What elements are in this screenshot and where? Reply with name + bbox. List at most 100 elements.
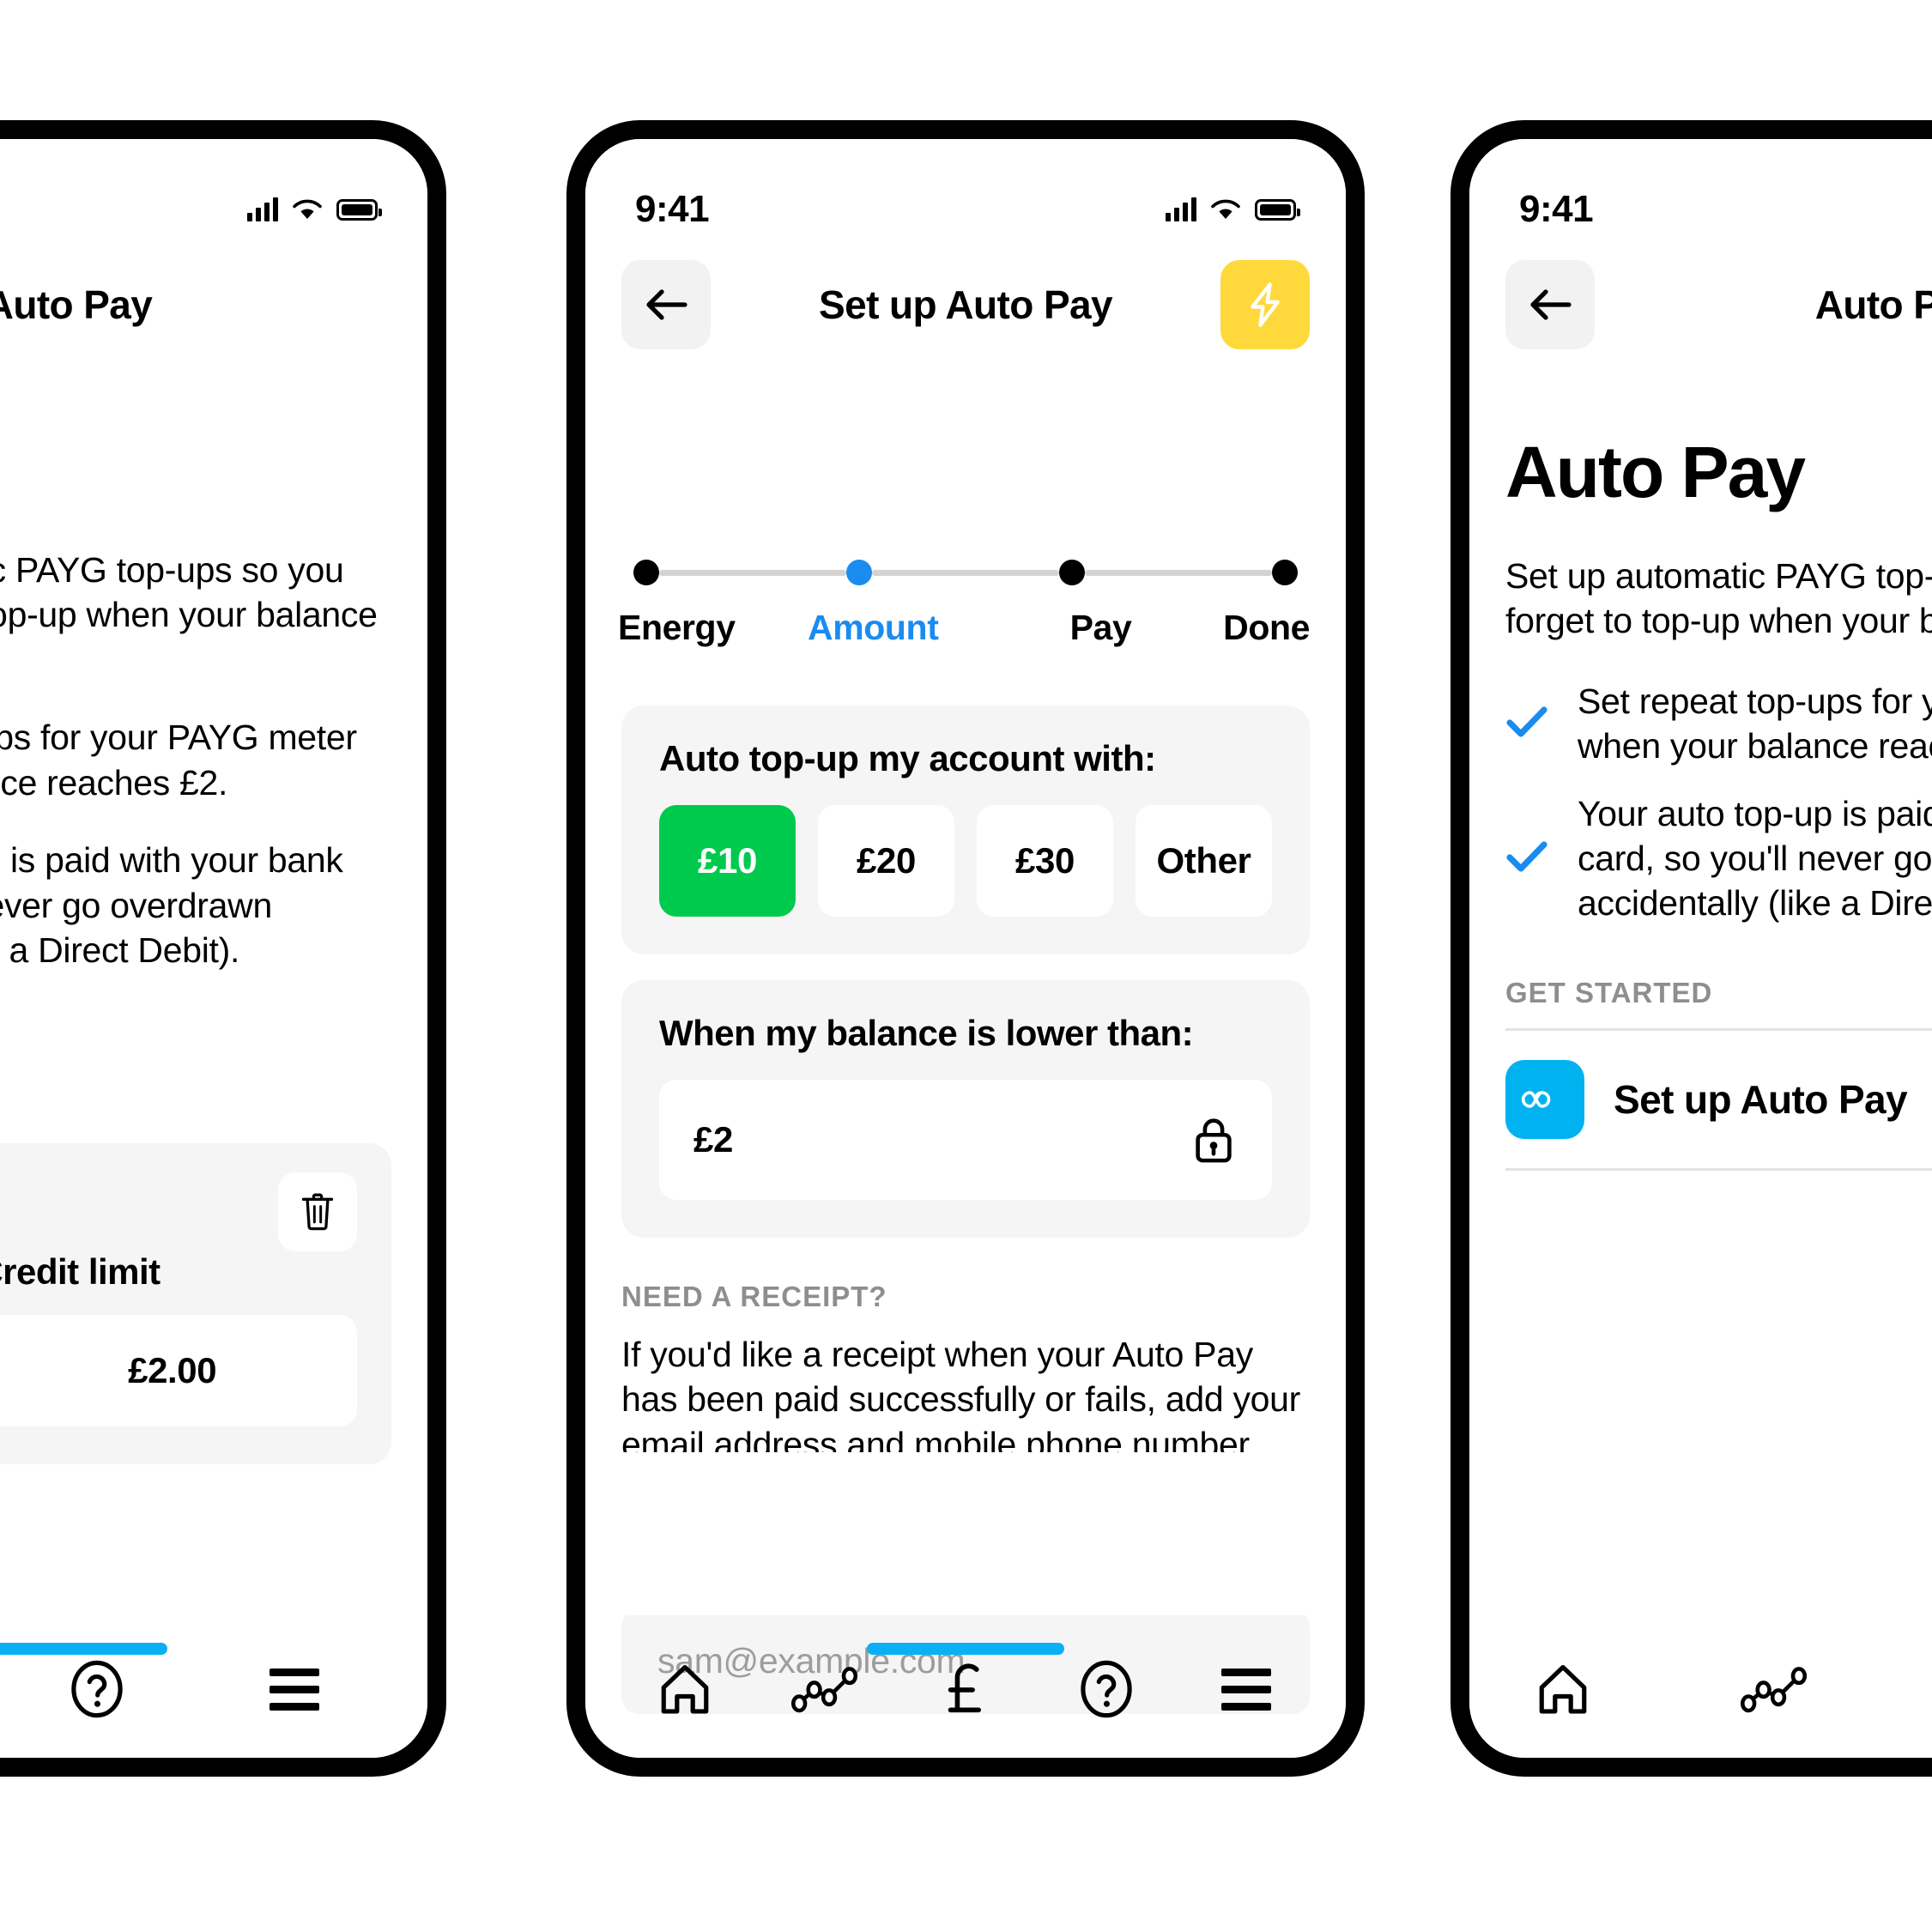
delete-button[interactable] <box>278 1172 357 1251</box>
step-dot-done[interactable] <box>1272 560 1298 585</box>
nav-usage[interactable] <box>778 1642 872 1736</box>
right-bullet-2-text: Your auto top-up is paid with your bank … <box>1578 794 1932 923</box>
topup-card-title: Auto top-up my account with: <box>659 738 1156 778</box>
screenshot-canvas: Auto Pay Set up automatic PAYG top-ups s… <box>0 0 1932 1932</box>
set-up-auto-pay-label: Set up Auto Pay <box>1614 1077 1908 1123</box>
amount-option-other[interactable]: Other <box>1136 805 1272 917</box>
lightning-action-button[interactable] <box>1220 260 1310 349</box>
balance-threshold-card: When my balance is lower than: £2 <box>621 980 1310 1238</box>
nav-home[interactable] <box>638 1642 732 1736</box>
battery-icon <box>336 198 382 221</box>
center-status-bar: 9:41 <box>585 139 1346 242</box>
check-icon <box>1505 705 1548 743</box>
left-page-title: Auto Pay <box>0 282 153 327</box>
step-dot-pay[interactable] <box>1059 560 1085 585</box>
home-icon <box>1539 1664 1587 1714</box>
setup-stepper: Energy Amount Pay Done <box>618 560 1311 648</box>
help-icon <box>71 1660 123 1718</box>
back-button[interactable] <box>1505 260 1595 349</box>
back-arrow-icon <box>646 289 687 320</box>
center-bottom-nav <box>585 1620 1346 1758</box>
amount-option-30[interactable]: £30 <box>977 805 1113 917</box>
left-bullet-1: Set repeat top-ups for your PAYG meter w… <box>0 718 357 802</box>
home-icon <box>661 1664 709 1714</box>
nav-usage[interactable] <box>1727 1642 1821 1736</box>
left-screen: Auto Pay Set up automatic PAYG top-ups s… <box>0 139 427 1758</box>
phone-center: 9:41 Set up Auto Pay Energy Amount Pay D… <box>566 120 1365 1777</box>
wifi-icon <box>1210 198 1241 221</box>
usage-chart-icon <box>1741 1667 1808 1713</box>
right-status-bar: 9:41 <box>1469 139 1932 242</box>
step-dot-amount[interactable] <box>846 560 872 585</box>
center-appbar: Set up Auto Pay <box>585 249 1346 360</box>
right-content: Auto Pay Set up automatic PAYG top-ups s… <box>1505 431 1932 1172</box>
left-body-copy-block: Set up automatic PAYG top-ups so you nev… <box>0 548 391 973</box>
back-arrow-icon <box>1530 289 1572 320</box>
center-nav-mask <box>585 1452 1346 1615</box>
get-started-header: GET STARTED <box>1505 977 1713 1009</box>
left-intro-paragraph: Set up automatic PAYG top-ups so you nev… <box>0 550 378 635</box>
trash-icon <box>301 1193 334 1231</box>
step-label-pay: Pay <box>1069 608 1132 647</box>
pound-icon <box>948 1663 981 1713</box>
right-page-title: Auto Pay <box>1814 282 1932 327</box>
battery-icon <box>1255 198 1300 221</box>
check-icon <box>1505 839 1548 878</box>
left-bottom-nav <box>0 1620 427 1758</box>
right-bullet-2: Your auto top-up is paid with your bank … <box>1505 792 1932 925</box>
center-page-title: Set up Auto Pay <box>819 282 1113 327</box>
signal-icon <box>1166 197 1196 221</box>
left-credit-limit-card-wrap: Credit limit £2.00 <box>0 1143 391 1464</box>
step-line-1 <box>659 569 846 576</box>
left-appbar: Auto Pay <box>0 249 427 360</box>
divider-bottom <box>1505 1168 1932 1172</box>
topup-amount-card: Auto top-up my account with: £10 £20 £30… <box>621 706 1310 954</box>
nav-home[interactable] <box>1516 1642 1610 1736</box>
phone-left: Auto Pay Set up automatic PAYG top-ups s… <box>0 120 446 1777</box>
usage-chart-icon <box>791 1667 858 1713</box>
stepper-track <box>621 560 1310 585</box>
left-status-icons <box>247 197 382 221</box>
threshold-value: £2 <box>693 1119 733 1160</box>
phone-right: 9:41 Auto Pay Auto Pay Set up automatic … <box>1451 120 1932 1777</box>
center-screen: 9:41 Set up Auto Pay Energy Amount Pay D… <box>585 139 1346 1758</box>
hero-title: Auto Pay <box>1505 432 1806 512</box>
menu-icon <box>1221 1668 1272 1711</box>
left-bullet-2: Your auto top-up is paid with your bank … <box>0 840 343 971</box>
lock-icon <box>1196 1118 1232 1163</box>
stepper-labels: Energy Amount Pay Done <box>618 608 1311 648</box>
step-label-energy: Energy <box>618 608 736 647</box>
nav-help[interactable] <box>50 1642 144 1736</box>
nav-pound[interactable] <box>918 1642 1013 1736</box>
right-intro: Set up automatic PAYG top-ups so you nev… <box>1505 556 1932 641</box>
help-icon <box>1080 1660 1132 1718</box>
center-status-time: 9:41 <box>635 188 710 230</box>
set-up-auto-pay-row[interactable]: Set up Auto Pay <box>1505 1031 1932 1168</box>
right-appbar: Auto Pay <box>1469 249 1932 360</box>
step-label-amount: Amount <box>808 608 939 647</box>
infinity-icon <box>1521 1091 1551 1108</box>
step-dot-energy[interactable] <box>633 560 659 585</box>
left-status-bar <box>0 139 427 242</box>
infinity-icon-tile <box>1505 1060 1584 1140</box>
step-line-3 <box>1085 569 1272 576</box>
threshold-value-field[interactable]: £2 <box>659 1080 1272 1200</box>
amount-option-20[interactable]: £20 <box>818 805 954 917</box>
amount-option-10[interactable]: £10 <box>659 805 796 917</box>
lightning-bolt-icon <box>1251 282 1280 327</box>
step-line-2 <box>872 569 1059 576</box>
center-status-icons <box>1166 197 1300 221</box>
right-status-time: 9:41 <box>1519 188 1594 230</box>
credit-limit-title: Credit limit <box>0 1251 160 1292</box>
credit-limit-card: Credit limit £2.00 <box>0 1143 391 1464</box>
topup-amount-options: £10 £20 £30 Other <box>659 805 1272 917</box>
receipt-eyebrow: NEED A RECEIPT? <box>621 1281 887 1312</box>
wifi-icon <box>292 198 323 221</box>
nav-help[interactable] <box>1059 1642 1154 1736</box>
nav-menu[interactable] <box>247 1642 342 1736</box>
back-button[interactable] <box>621 260 711 349</box>
right-bottom-nav <box>1469 1620 1932 1758</box>
credit-limit-value[interactable]: £2.00 <box>0 1315 357 1426</box>
nav-menu[interactable] <box>1199 1642 1293 1736</box>
step-label-done: Done <box>1223 608 1311 647</box>
